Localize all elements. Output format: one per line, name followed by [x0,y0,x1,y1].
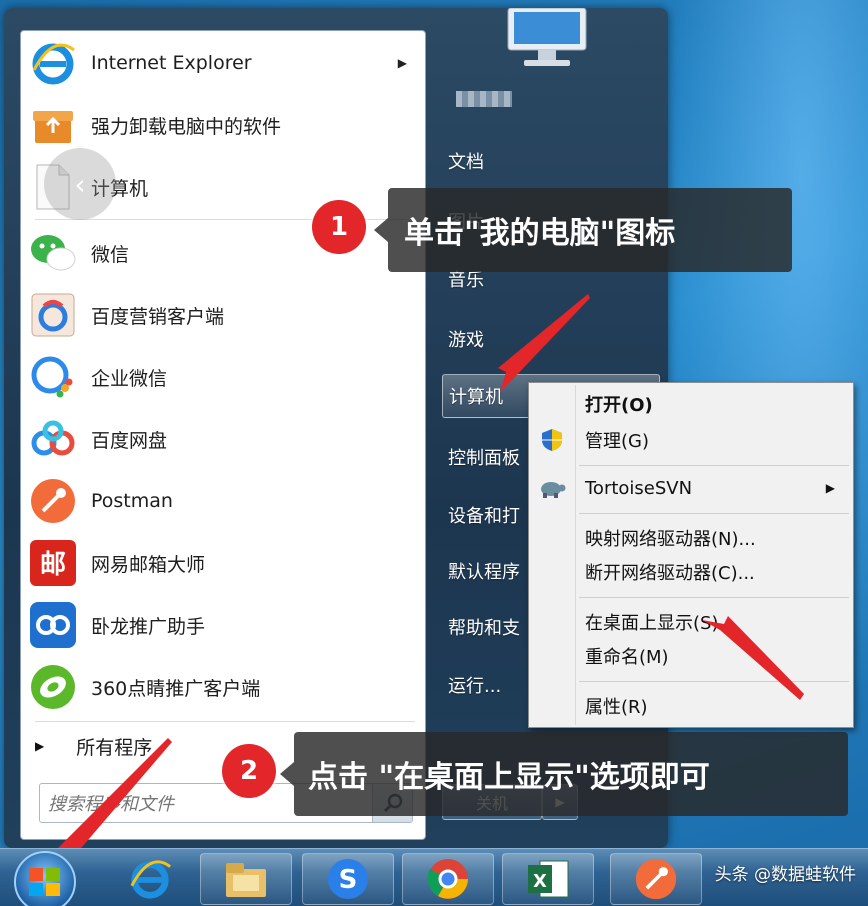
ctx-tortoisesvn[interactable]: TortoiseSVN ▶ [529,471,853,505]
taskbar-explorer[interactable] [200,853,292,905]
program-label: Internet Explorer [91,52,252,74]
separator [35,721,415,722]
context-menu: 打开(O) 管理(G) TortoiseSVN ▶ 映射网络驱动器(N)... … [528,382,854,728]
program-netease-mail[interactable]: 邮 网易邮箱大师 [21,533,425,593]
user-name[interactable] [456,80,666,118]
sogou-s-icon: S [328,859,368,899]
svg-text:邮: 邮 [40,550,66,580]
step-badge-1: 1 [312,200,366,254]
netease-mail-icon: 邮 [27,537,79,589]
chrome-icon [427,859,468,899]
uac-shield-icon [529,428,575,452]
folder-icon [226,863,266,897]
user-computer-picture-icon [507,8,587,66]
program-label: 微信 [91,243,130,266]
ctx-label: 属性(R) [585,697,648,718]
ie-icon [130,860,171,899]
callout-step-1: 单击"我的电脑"图标 [374,188,792,272]
program-label: 卧龙推广助手 [91,615,206,638]
ctx-label: 管理(G) [585,431,649,452]
chevron-left-icon: ‹ [74,167,86,201]
separator [579,513,849,514]
callout-step-2: 点击 "在桌面上显示"选项即可 [280,732,848,816]
submenu-arrow-icon: ▶ [825,481,835,495]
excel-icon: X [528,860,569,898]
svg-text:S: S [339,865,358,895]
ctx-open[interactable]: 打开(O) [529,387,853,421]
tortoise-icon [529,477,575,499]
ctx-label: 打开(O) [585,395,653,416]
svg-text:X: X [533,871,547,892]
taskbar-chrome[interactable] [402,853,494,905]
submenu-arrow-icon: ▶ [397,56,407,70]
ctx-rename[interactable]: 重命名(M) [529,639,853,673]
all-programs[interactable]: ▶ 所有程序 [35,731,152,761]
ctx-map-network-drive[interactable]: 映射网络驱动器(N)... [529,521,853,555]
separator [579,597,849,598]
uninstall-box-icon [27,99,79,151]
ctx-disconnect-network-drive[interactable]: 断开网络驱动器(C)... [529,555,853,589]
taskbar-sogou[interactable]: S [302,853,394,905]
ctx-label: 在桌面上显示(S) [585,613,719,634]
ctx-label: 断开网络驱动器(C)... [585,563,755,584]
right-item-games[interactable]: 游戏 [448,320,658,358]
blurred-username [456,91,512,107]
windows-logo-icon [29,868,60,896]
separator [579,681,849,682]
program-wecom[interactable]: 企业微信 [21,347,425,407]
taskbar-excel[interactable]: X [502,853,594,905]
ctx-label: 映射网络驱动器(N)... [585,529,756,550]
postman-icon [635,858,677,900]
program-baidu-netdisk[interactable]: 百度网盘 [21,409,425,469]
ctx-label: TortoiseSVN [585,477,693,499]
program-uninstaller[interactable]: 强力卸载电脑中的软件 [21,95,425,155]
program-baidu-marketing[interactable]: 百度营销客户端 [21,285,425,345]
wechat-icon [27,227,79,279]
program-label: 网易邮箱大师 [91,553,206,576]
program-internet-explorer[interactable]: Internet Explorer ▶ [21,33,425,93]
step-badge-2: 2 [222,744,276,798]
program-360-dianjing[interactable]: 360点睛推广客户端 [21,657,425,717]
program-label: 百度营销客户端 [91,305,225,328]
expand-arrow-icon: ▶ [35,739,45,753]
baidu-marketing-icon [27,289,79,341]
360-dianjing-icon [27,661,79,713]
wecom-icon [27,351,79,403]
watermark: 头条 @数据蛙软件 [714,865,856,885]
ie-icon [27,37,79,89]
postman-icon [27,475,79,527]
program-wolong[interactable]: 卧龙推广助手 [21,595,425,655]
ctx-properties[interactable]: 属性(R) [529,689,853,723]
separator [579,465,849,466]
back-button[interactable]: ‹ [44,148,116,220]
program-label: 强力卸载电脑中的软件 [91,115,282,138]
baidu-netdisk-icon [27,413,79,465]
program-label: 百度网盘 [91,429,168,452]
program-label: 360点睛推广客户端 [91,677,261,700]
program-label: Postman [91,490,173,512]
start-button[interactable] [14,851,76,906]
wolong-icon [27,599,79,651]
ctx-label: 重命名(M) [585,647,669,668]
program-postman[interactable]: Postman [21,471,425,531]
all-programs-label: 所有程序 [76,736,153,759]
taskbar-ie[interactable] [104,853,196,905]
ctx-show-on-desktop[interactable]: 在桌面上显示(S) [529,605,853,639]
ctx-manage[interactable]: 管理(G) [529,423,853,457]
program-label: 企业微信 [91,367,168,390]
taskbar-postman[interactable] [610,853,702,905]
right-item-documents[interactable]: 文档 [448,142,658,180]
